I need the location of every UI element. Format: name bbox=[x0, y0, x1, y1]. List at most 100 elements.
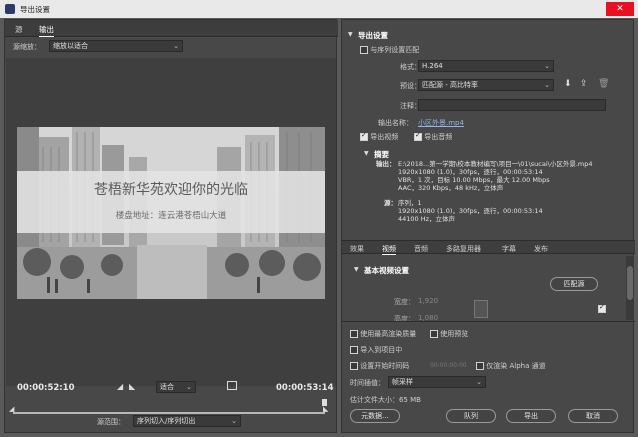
out-point-handle[interactable]: ◣ bbox=[323, 405, 328, 413]
source-scale-label: 源缩放： bbox=[13, 43, 41, 51]
source-scale-select[interactable]: 缩放以适合 ⌄ bbox=[49, 40, 183, 52]
source-range-value: 序列切入/序列切出 bbox=[137, 417, 196, 425]
set-timecode-label: 设置开始时间码 bbox=[360, 362, 410, 370]
chevron-down-icon: ⌄ bbox=[476, 378, 482, 386]
export-button[interactable]: 导出 bbox=[506, 409, 556, 423]
format-value: H.264 bbox=[422, 62, 443, 70]
preset-value: 匹配源 - 高比特率 bbox=[422, 81, 478, 89]
save-preset-icon[interactable]: ⬇ bbox=[564, 79, 572, 89]
output-name-link[interactable]: 小区外景.mp4 bbox=[418, 118, 464, 128]
export-audio-checkbox[interactable] bbox=[414, 133, 422, 141]
app-icon bbox=[5, 4, 15, 14]
close-button[interactable]: ✕ bbox=[606, 2, 634, 16]
scrollbar[interactable] bbox=[626, 256, 634, 320]
time-in: 00:00:52:10 bbox=[17, 383, 75, 393]
tab-effects[interactable]: 效果 bbox=[350, 244, 364, 254]
source-scale-value: 缩放以适合 bbox=[53, 42, 88, 50]
output-line: E:\2018...第一学期\校本教材编写\项目一\01\sucai\小区外景.… bbox=[398, 160, 593, 168]
source-range-select[interactable]: 序列切入/序列切出 ⌄ bbox=[133, 415, 241, 427]
export-settings-title: 导出设置 bbox=[358, 31, 388, 40]
match-source-button[interactable]: 匹配源 bbox=[550, 277, 598, 291]
format-select[interactable]: H.264 ⌄ bbox=[418, 60, 554, 72]
use-preview-checkbox[interactable] bbox=[430, 330, 438, 338]
preview-panel: 源 输出 源缩放： 缩放以适合 ⌄ 苍梧新华苑欢迎你的光临 楼盘地址：连云港苍梧… bbox=[4, 19, 338, 433]
source-line: 序列，1 bbox=[398, 199, 422, 207]
source-summary: 序列，1 1920x1080 (1.0)，30fps，逐行，00:00:53:1… bbox=[398, 199, 634, 223]
render-alpha-label: 仅渲染 Alpha 通道 bbox=[486, 362, 546, 370]
playhead[interactable] bbox=[322, 399, 327, 406]
export-video-row[interactable]: 导出视频 bbox=[360, 132, 398, 142]
source-line: 44100 Hz，立体声 bbox=[398, 215, 456, 223]
preset-select[interactable]: 匹配源 - 高比特率 ⌄ bbox=[418, 79, 554, 91]
basic-video-title: 基本视频设置 bbox=[364, 266, 409, 275]
max-render-checkbox[interactable] bbox=[350, 330, 358, 338]
summary-title: 摘要 bbox=[374, 150, 389, 159]
export-video-checkbox[interactable] bbox=[360, 133, 368, 141]
mark-out-icon[interactable]: ◣ bbox=[129, 382, 135, 391]
chevron-down-icon: ⌄ bbox=[544, 81, 550, 89]
height-label: 高度： bbox=[394, 315, 415, 323]
set-timecode-row[interactable]: 设置开始时间码 bbox=[350, 361, 409, 371]
chevron-down-icon: ⌄ bbox=[173, 42, 179, 50]
export-audio-row[interactable]: 导出音频 bbox=[414, 132, 452, 142]
collapse-icon[interactable]: ▼ bbox=[348, 31, 353, 38]
queue-button[interactable]: 队列 bbox=[446, 409, 496, 423]
chevron-down-icon: ⌄ bbox=[231, 417, 237, 425]
fit-select[interactable]: 适合 ⌄ bbox=[156, 381, 196, 393]
tab-audio[interactable]: 音频 bbox=[414, 244, 428, 254]
match-sequence-checkbox[interactable] bbox=[360, 46, 368, 54]
tab-multiplexer[interactable]: 多路复用器 bbox=[446, 244, 481, 254]
interp-label: 时间插值： bbox=[350, 379, 385, 387]
delete-preset-icon[interactable]: 🗑 bbox=[598, 79, 609, 89]
tab-captions[interactable]: 字幕 bbox=[502, 244, 516, 254]
output-line: VBR，1 次，目标 10.00 Mbps，最大 12.00 Mbps bbox=[398, 176, 550, 184]
tab-publish[interactable]: 发布 bbox=[534, 244, 548, 254]
preview-tabs: 源 输出 bbox=[5, 20, 338, 37]
output-label: 输出： bbox=[376, 160, 396, 168]
output-name-label: 输出名称： bbox=[378, 119, 413, 127]
scrollbar-thumb[interactable] bbox=[627, 266, 633, 300]
file-size-estimate: 估计文件大小：65 MB bbox=[350, 396, 421, 404]
summary-collapse-icon[interactable]: ▼ bbox=[364, 150, 369, 157]
mark-in-icon[interactable]: ◢ bbox=[117, 382, 123, 391]
source-line: 1920x1080 (1.0)，30fps，逐行，00:00:53:14 bbox=[398, 207, 543, 215]
cancel-button[interactable]: 取消 bbox=[568, 409, 618, 423]
source-label: 源： bbox=[384, 199, 397, 207]
in-point-handle[interactable]: ◢ bbox=[9, 405, 14, 413]
output-line: AAC，320 Kbps，48 kHz，立体声 bbox=[398, 184, 504, 192]
import-preset-icon[interactable]: ⇪ bbox=[580, 79, 588, 89]
tab-video[interactable]: 视频 bbox=[382, 244, 396, 255]
tab-source[interactable]: 源 bbox=[15, 24, 23, 35]
preview-headline: 苍梧新华苑欢迎你的光临 bbox=[94, 182, 248, 198]
comment-input[interactable] bbox=[418, 99, 606, 111]
render-alpha-checkbox[interactable] bbox=[476, 362, 484, 370]
output-summary: E:\2018...第一学期\校本教材编写\项目一\01\sucai\小区外景.… bbox=[398, 160, 634, 192]
render-alpha-row[interactable]: 仅渲染 Alpha 通道 bbox=[476, 361, 546, 371]
output-line: 1920x1080 (1.0)，30fps，逐行，00:00:53:14 bbox=[398, 168, 543, 176]
link-dimensions-icon[interactable] bbox=[474, 300, 488, 318]
time-out: 00:00:53:14 bbox=[276, 383, 334, 393]
interp-select[interactable]: 帧采样 ⌄ bbox=[388, 376, 486, 388]
set-timecode-checkbox[interactable] bbox=[350, 362, 358, 370]
source-range-label: 源范围： bbox=[97, 418, 125, 426]
use-preview-row[interactable]: 使用预览 bbox=[430, 329, 468, 339]
tab-output[interactable]: 输出 bbox=[39, 24, 54, 37]
import-project-checkbox[interactable] bbox=[350, 346, 358, 354]
import-project-row[interactable]: 导入到项目中 bbox=[350, 345, 402, 355]
max-render-row[interactable]: 使用最高渲染质量 bbox=[350, 329, 416, 339]
match-sequence-row[interactable]: 与序列设置匹配 bbox=[360, 45, 419, 55]
match-sequence-label: 与序列设置匹配 bbox=[370, 46, 420, 54]
start-timecode[interactable]: 00:00:00:00 bbox=[430, 362, 467, 369]
match-source-checkbox[interactable] bbox=[598, 305, 606, 313]
aspect-icon[interactable] bbox=[227, 381, 237, 390]
window-title: 导出设置 bbox=[20, 5, 50, 14]
width-value[interactable]: 1,920 bbox=[418, 297, 438, 305]
metadata-button[interactable]: 元数据... bbox=[350, 409, 400, 423]
export-audio-label: 导出音频 bbox=[424, 133, 453, 141]
width-label: 宽度： bbox=[394, 298, 415, 306]
settings-tabs: 效果 视频 音频 多路复用器 字幕 发布 bbox=[342, 240, 635, 255]
video-preview-frame: 苍梧新华苑欢迎你的光临 楼盘地址：连云港苍梧山大道 bbox=[17, 127, 325, 299]
video-collapse-icon[interactable]: ▼ bbox=[354, 266, 359, 273]
interp-value: 帧采样 bbox=[392, 378, 413, 386]
max-render-label: 使用最高渲染质量 bbox=[360, 330, 417, 338]
